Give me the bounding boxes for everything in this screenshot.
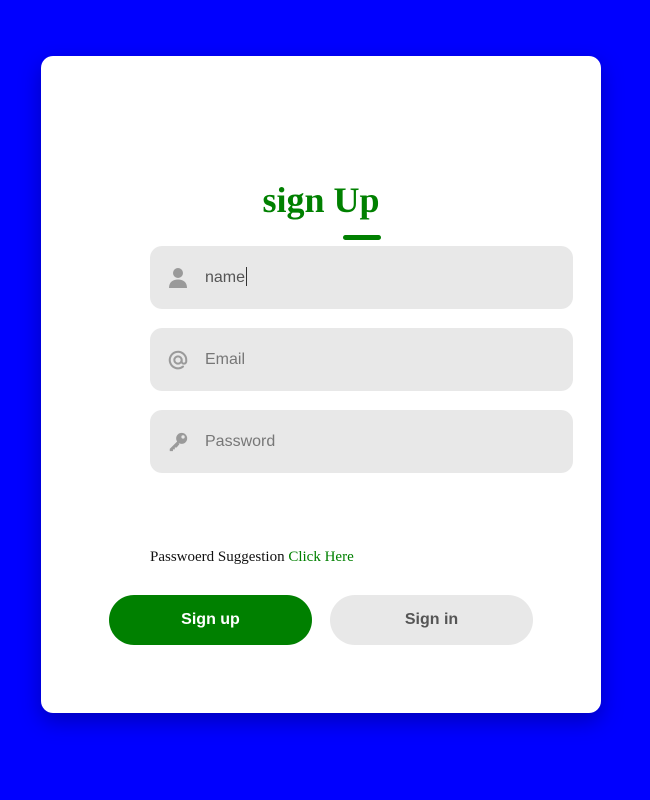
title-underline bbox=[343, 235, 381, 240]
suggestion-link[interactable]: Click Here bbox=[288, 549, 353, 565]
password-field[interactable] bbox=[150, 410, 573, 473]
sign-up-button[interactable]: Sign up bbox=[109, 595, 312, 645]
password-input[interactable] bbox=[205, 426, 545, 457]
email-field[interactable] bbox=[150, 328, 573, 391]
name-field[interactable] bbox=[150, 246, 573, 309]
text-caret bbox=[246, 267, 247, 286]
form-title: sign Up bbox=[262, 180, 380, 220]
email-input[interactable] bbox=[205, 344, 545, 375]
suggestion-label: Passwoerd Suggestion bbox=[150, 549, 285, 565]
at-icon bbox=[167, 349, 189, 371]
sign-in-button[interactable]: Sign in bbox=[330, 595, 533, 645]
user-icon bbox=[167, 267, 189, 289]
key-icon bbox=[167, 431, 189, 453]
name-input[interactable] bbox=[205, 262, 545, 293]
password-suggestion: Passwoerd Suggestion Click Here bbox=[150, 549, 354, 566]
